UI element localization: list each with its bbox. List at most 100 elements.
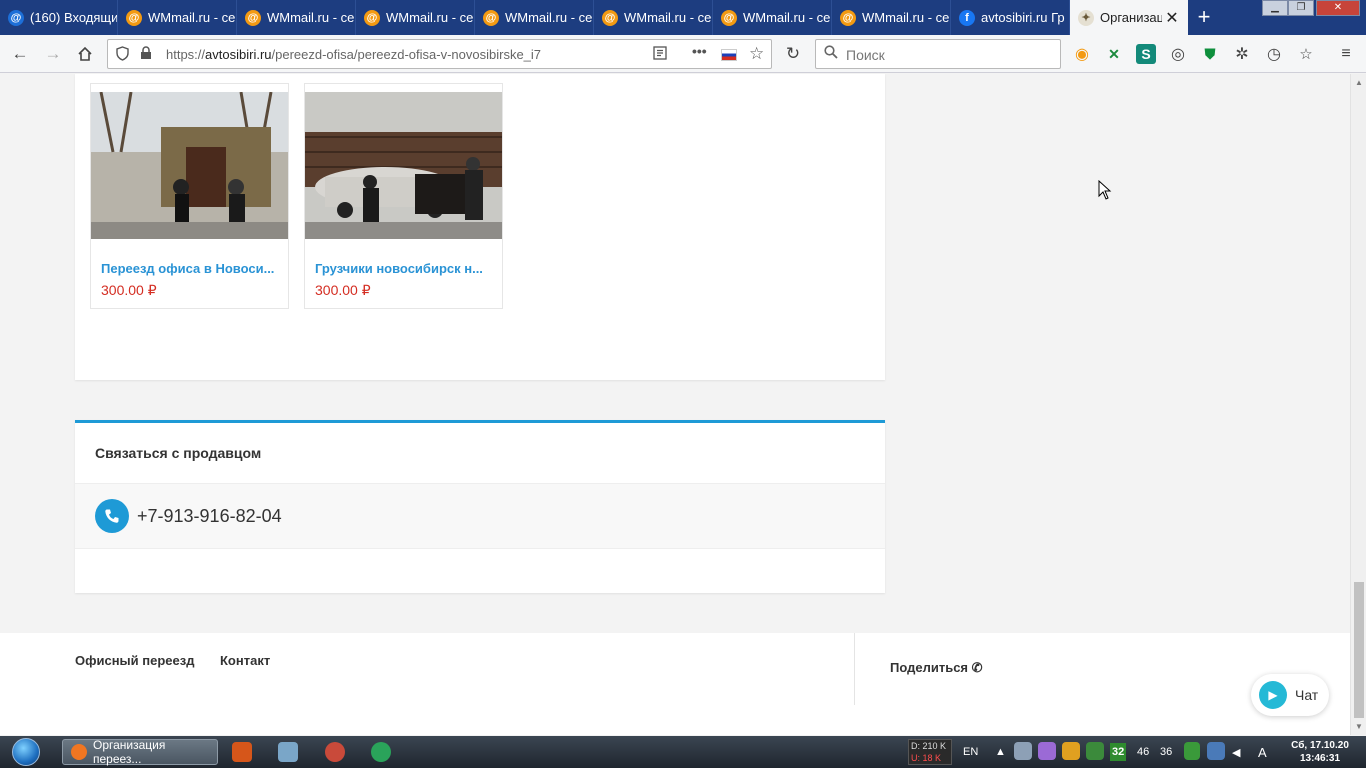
tray-app-icon[interactable] xyxy=(1014,742,1032,760)
show-hidden-icons-arrow-icon[interactable]: ▲ xyxy=(995,736,1006,768)
footer-link-office-moving[interactable]: Офисный переезд xyxy=(75,653,194,668)
adguard-shield-icon[interactable]: ⛊ xyxy=(1200,44,1220,64)
windows-taskbar: Организация переез... D: 210 K U: 18 K E… xyxy=(0,736,1366,768)
taskbar-firefox-window[interactable]: Организация переез... xyxy=(62,738,218,766)
wmmail-icon: @ xyxy=(483,9,499,26)
taskbar-window-title: Организация переез... xyxy=(92,738,166,766)
taskbar-app-icon[interactable] xyxy=(278,742,298,762)
footer: Офисный переезд Контакт Поделиться ✆ xyxy=(0,633,1350,735)
language-indicator[interactable]: EN xyxy=(963,736,978,768)
clock-time: 13:46:31 xyxy=(1299,753,1341,764)
bookmark-star-icon[interactable]: ☆ xyxy=(749,44,764,64)
tab-wmmail[interactable]: @ WMmail.ru - се xyxy=(475,0,594,35)
tab-mail[interactable]: @ (160) Входящи xyxy=(0,0,118,35)
wmmail-icon: @ xyxy=(840,9,856,26)
tray-counter[interactable]: 32 xyxy=(1110,743,1127,761)
maximize-window-button[interactable]: ❐ xyxy=(1288,0,1314,16)
product-photo[interactable] xyxy=(91,92,288,239)
facebook-icon: f xyxy=(959,9,975,26)
product-name-link[interactable]: Грузчики новосибирск н... xyxy=(315,261,483,276)
shield-icon[interactable] xyxy=(116,46,129,64)
sync-extension-icon[interactable]: ◎ xyxy=(1168,44,1188,64)
organization-icon: ✦ xyxy=(1078,9,1094,26)
history-clock-icon[interactable]: ◷ xyxy=(1264,44,1284,64)
windows-orb-icon xyxy=(12,738,40,766)
product-photo[interactable] xyxy=(305,92,502,239)
tray-app-icon[interactable] xyxy=(1184,742,1200,760)
reload-button[interactable]: ↻ xyxy=(778,39,808,69)
tab-title: WMmail.ru - се xyxy=(505,10,593,25)
page-scrollbar[interactable]: ▲ ▼ xyxy=(1350,74,1366,735)
minimize-window-button[interactable]: ▁ xyxy=(1262,0,1288,16)
phone-number[interactable]: +7-913-916-82-04 xyxy=(137,506,282,527)
scroll-down-arrow-icon[interactable]: ▼ xyxy=(1355,722,1363,731)
tab-title: (160) Входящи xyxy=(30,10,117,25)
new-tab-button[interactable]: + xyxy=(1190,4,1218,32)
page-content: Переезд офиса в Новоси... 300.00 ₽ Грузч… xyxy=(0,74,1350,735)
whatsapp-icon[interactable]: ✆ xyxy=(972,660,983,675)
more-actions-icon[interactable]: ••• xyxy=(692,43,707,59)
tab-wmmail[interactable]: @ WMmail.ru - се xyxy=(713,0,832,35)
wmmail-extension-icon[interactable]: ◉ xyxy=(1072,44,1092,64)
url-path: /pereezd-ofisa/pereezd-ofisa-v-novosibir… xyxy=(271,46,542,62)
tab-wmmail[interactable]: @ WMmail.ru - се xyxy=(594,0,713,35)
product-price: 300.00 ₽ xyxy=(101,282,157,298)
network-icon[interactable] xyxy=(1207,742,1225,760)
wmmail-icon: @ xyxy=(602,9,618,26)
close-window-button[interactable]: ✕ xyxy=(1316,0,1360,16)
tray-app-icon[interactable] xyxy=(1062,742,1080,760)
bookmarks-icon[interactable]: ☆ xyxy=(1296,44,1316,64)
share-button[interactable]: Поделиться ✆ xyxy=(890,660,983,676)
system-clock[interactable]: Сб, 17.10.20 13:46:31 xyxy=(1278,739,1362,765)
product-name-link[interactable]: Переезд офиса в Новоси... xyxy=(101,261,274,276)
tray-app-icon[interactable] xyxy=(1038,742,1056,760)
product-card[interactable]: Переезд офиса в Новоси... 300.00 ₽ xyxy=(90,83,289,309)
url-host: avtosibiri.ru xyxy=(205,46,272,62)
tray-counter[interactable]: 46 xyxy=(1137,736,1149,768)
wmmail-icon: @ xyxy=(721,9,737,26)
start-button[interactable] xyxy=(6,736,46,768)
volume-icon[interactable]: ◀ xyxy=(1232,736,1240,768)
s-extension-icon[interactable]: S xyxy=(1136,44,1156,64)
tab-title: Организац xyxy=(1100,10,1162,25)
phone-row[interactable]: +7-913-916-82-04 xyxy=(75,483,885,549)
tab-wmmail[interactable]: @ WMmail.ru - се xyxy=(832,0,951,35)
url-text: https://avtosibiri.ru/pereezd-ofisa/pere… xyxy=(166,47,541,62)
russia-flag-icon[interactable] xyxy=(721,49,737,61)
wmmail-icon: @ xyxy=(245,9,261,26)
reader-view-icon[interactable] xyxy=(653,46,667,63)
tray-counter[interactable]: 36 xyxy=(1160,736,1172,768)
menu-hamburger-icon[interactable]: ≡ xyxy=(1336,44,1356,64)
utorrent-icon[interactable] xyxy=(371,742,391,762)
tab-active-organization[interactable]: ✦ Организац ✕ xyxy=(1070,0,1188,35)
back-button[interactable]: ← xyxy=(5,39,35,69)
tray-app-icon[interactable] xyxy=(1086,742,1104,760)
settings-gear-icon[interactable]: ✲ xyxy=(1232,44,1252,64)
product-card[interactable]: Грузчики новосибирск н... 300.00 ₽ xyxy=(304,83,503,309)
mail-icon: @ xyxy=(8,9,24,26)
forward-button[interactable]: → xyxy=(38,39,68,69)
net-upload: U: 18 K xyxy=(911,753,942,763)
phone-icon[interactable] xyxy=(95,499,129,533)
chat-widget-button[interactable]: ▶ Чат xyxy=(1251,674,1329,716)
tab-title: avtosibiri.ru Гр xyxy=(981,10,1065,25)
search-bar[interactable]: Поиск xyxy=(815,39,1061,69)
scrollbar-thumb[interactable] xyxy=(1354,582,1364,718)
search-placeholder: Поиск xyxy=(846,47,885,63)
home-button[interactable] xyxy=(70,39,100,69)
firefox-icon xyxy=(71,744,87,760)
seo-extension-icon[interactable]: ✕ xyxy=(1104,44,1124,64)
footer-link-contact[interactable]: Контакт xyxy=(220,653,270,668)
close-tab-icon[interactable]: ✕ xyxy=(1162,8,1182,28)
scroll-up-arrow-icon[interactable]: ▲ xyxy=(1355,78,1363,87)
lock-icon[interactable] xyxy=(140,46,152,63)
tab-wmmail[interactable]: @ WMmail.ru - се xyxy=(237,0,356,35)
tab-facebook[interactable]: f avtosibiri.ru Гр xyxy=(951,0,1070,35)
taskbar-app-icon[interactable] xyxy=(325,742,345,762)
tab-wmmail[interactable]: @ WMmail.ru - се xyxy=(356,0,475,35)
tab-wmmail[interactable]: @ WMmail.ru - се xyxy=(118,0,237,35)
taskbar-app-icon[interactable] xyxy=(232,742,252,762)
keyboard-layout-icon[interactable]: A xyxy=(1258,736,1267,768)
chat-label: Чат xyxy=(1295,687,1319,703)
url-bar[interactable]: https://avtosibiri.ru/pereezd-ofisa/pere… xyxy=(107,39,772,69)
